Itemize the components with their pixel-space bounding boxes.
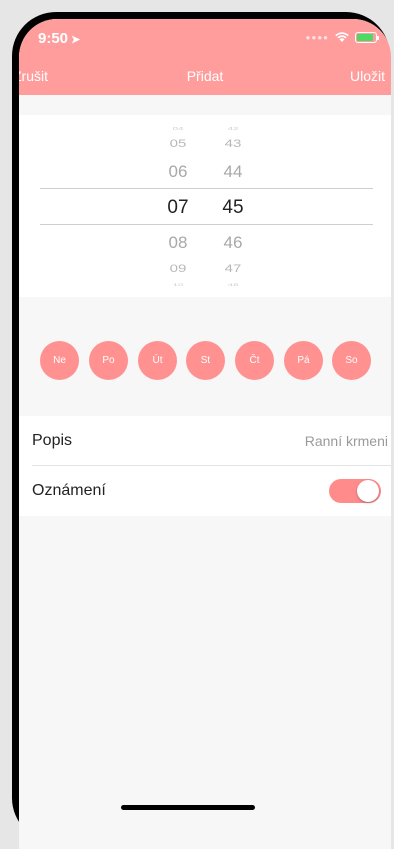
page-title: Přidat [186,68,224,84]
day-button-so[interactable]: So [332,341,371,380]
hour-option[interactable]: 09 [158,262,198,275]
day-button-ct[interactable]: Čt [235,341,274,380]
picker-row: 04 42 [19,126,391,138]
day-button-po[interactable]: Po [89,341,128,380]
picker-row: 06 44 [19,162,391,188]
day-button-ut[interactable]: Út [138,341,177,380]
toggle-knob [357,480,379,502]
picker-row: 08 46 [19,233,391,259]
picker-selection-top-line [40,188,373,189]
minute-option[interactable]: 47 [213,262,253,275]
notification-toggle[interactable] [329,479,381,503]
hour-option[interactable]: 05 [158,137,198,150]
day-button-st[interactable]: St [186,341,225,380]
notification-row: Oznámení [19,466,391,516]
selected-hour[interactable]: 07 [158,197,198,219]
notification-label: Oznámení [32,482,106,499]
minute-option[interactable]: 48 [213,283,253,287]
hour-option[interactable]: 04 [158,126,198,131]
weekday-selector: Ne Po Út St Čt Pá So [19,341,391,381]
wifi-icon [335,32,349,42]
hour-option[interactable]: 08 [158,233,198,253]
minute-option[interactable]: 42 [213,126,253,131]
day-button-pa[interactable]: Pá [284,341,323,380]
picker-selected-row: 07 45 [19,197,391,223]
minute-option[interactable]: 43 [213,137,253,150]
description-value[interactable]: Ranní krmeni [305,433,388,449]
minute-option[interactable]: 44 [213,162,253,182]
hour-option[interactable]: 06 [158,162,198,182]
day-button-ne[interactable]: Ne [40,341,79,380]
picker-row: 05 43 [19,137,391,157]
signal-dots-icon: ●●●● [305,32,329,42]
app-screen: 9:50➤ ●●●● Zrušit Přidat Uložit 04 42 05… [19,19,391,849]
status-icons: ●●●● [305,31,379,43]
time-picker[interactable]: 04 42 05 43 06 44 07 45 08 46 09 47 10 4… [19,115,391,297]
selected-minute[interactable]: 45 [213,197,253,219]
save-button[interactable]: Uložit [350,68,385,84]
hour-option[interactable]: 10 [158,283,198,287]
minute-option[interactable]: 46 [213,233,253,253]
battery-icon [355,31,379,43]
picker-row: 10 48 [19,283,391,293]
location-arrow-icon: ➤ [71,34,81,46]
navigation-bar: 9:50➤ ●●●● Zrušit Přidat Uložit [19,19,391,95]
picker-row: 09 47 [19,262,391,282]
description-row[interactable]: Popis Ranní krmeni [19,416,391,466]
status-time: 9:50 ➤ [38,30,81,47]
description-label: Popis [32,432,73,449]
settings-list: Popis Ranní krmeni Oznámení [19,416,391,516]
home-indicator[interactable] [121,805,255,810]
picker-selection-bottom-line [40,224,373,225]
